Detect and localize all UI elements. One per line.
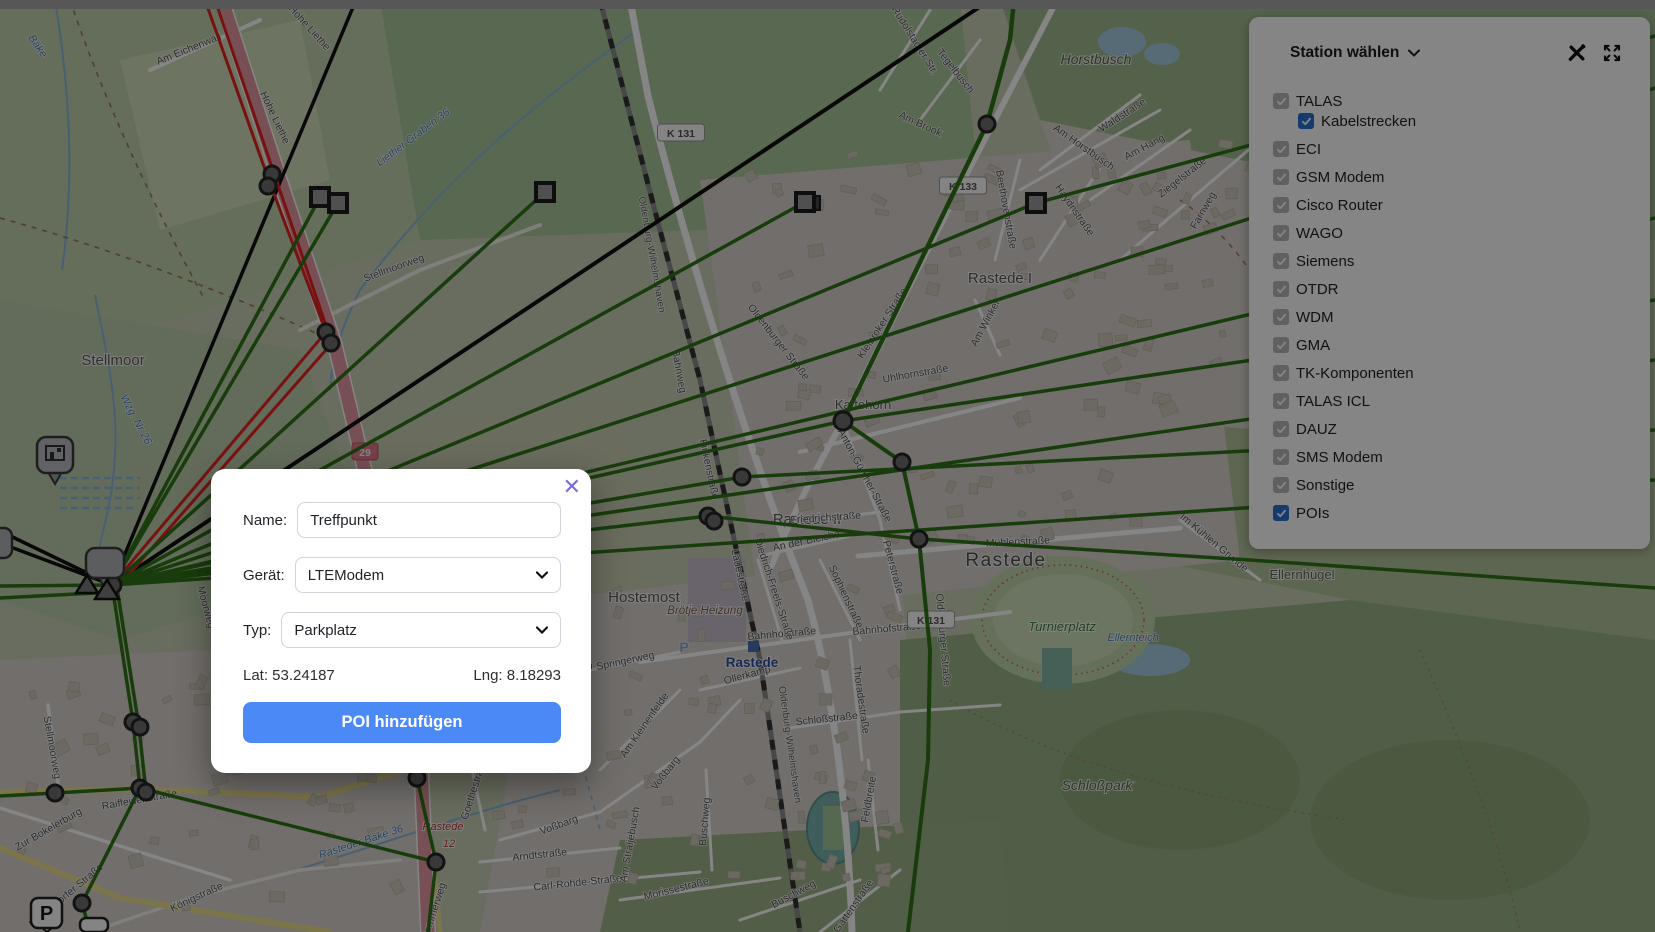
app-root: Rastede IRastede IIRastedeHostemostStell… bbox=[0, 0, 1655, 932]
name-label: Name: bbox=[243, 512, 287, 529]
chevron-down-icon bbox=[536, 626, 548, 634]
name-input[interactable] bbox=[297, 502, 561, 538]
typ-select-value: Parkplatz bbox=[294, 622, 536, 639]
coordinates-row: Lat: 53.24187 Lng: 8.18293 bbox=[243, 667, 561, 684]
geraet-select[interactable]: LTEModem bbox=[295, 557, 561, 593]
add-poi-button[interactable]: POI hinzufügen bbox=[243, 702, 561, 743]
modal-backdrop bbox=[0, 0, 1655, 932]
geraet-row: Gerät: LTEModem bbox=[243, 557, 561, 593]
lng-value: Lng: 8.18293 bbox=[473, 667, 561, 684]
name-row: Name: bbox=[243, 502, 561, 538]
add-poi-dialog: ✕ Name: Gerät: LTEModem Typ: Parkplatz bbox=[211, 469, 591, 773]
typ-label: Typ: bbox=[243, 622, 271, 639]
geraet-select-value: LTEModem bbox=[308, 567, 536, 584]
typ-row: Typ: Parkplatz bbox=[243, 612, 561, 648]
lat-value: Lat: 53.24187 bbox=[243, 667, 335, 684]
typ-select[interactable]: Parkplatz bbox=[281, 612, 561, 648]
geraet-label: Gerät: bbox=[243, 567, 285, 584]
chevron-down-icon bbox=[536, 571, 548, 579]
close-icon[interactable]: ✕ bbox=[563, 474, 581, 500]
